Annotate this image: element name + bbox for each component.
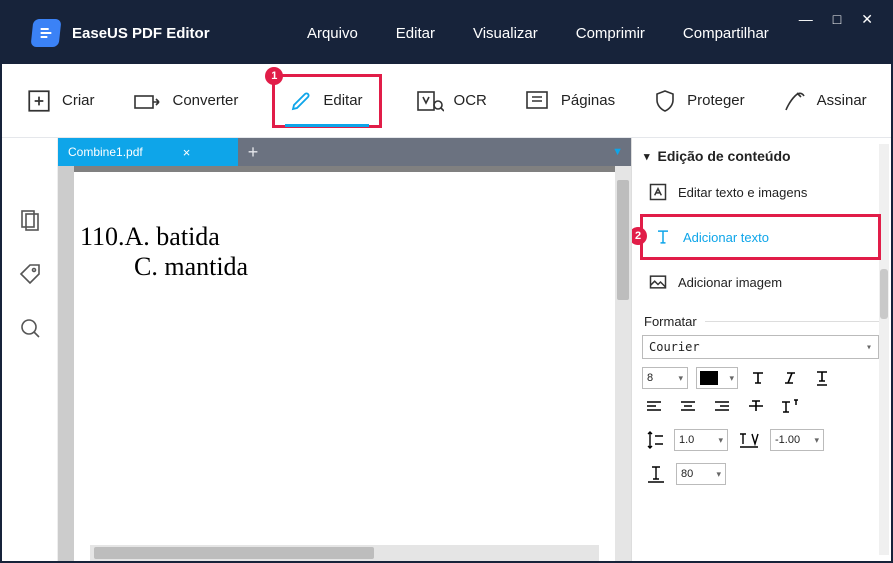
indent-value: 80	[681, 468, 693, 480]
tool-converter-label: Converter	[173, 92, 239, 109]
tab-dropdown-icon[interactable]: ▼	[604, 138, 631, 166]
app-title: EaseUS PDF Editor	[72, 25, 210, 42]
line-height-value: 1.0	[679, 434, 694, 446]
toolbar: Criar Converter 1 Editar OCR Páginas Pro…	[2, 64, 891, 138]
font-size-value: 8	[647, 372, 653, 384]
tool-ocr[interactable]: OCR	[412, 83, 491, 119]
document-body: 110.A. batida C. mantida	[58, 166, 631, 561]
chevron-down-icon: ▾	[718, 435, 723, 446]
chevron-down-icon: ▾	[716, 469, 721, 480]
window-controls: ― □ ✕	[799, 11, 873, 28]
font-family-select[interactable]: Courier ▾	[642, 335, 879, 359]
italic-button[interactable]	[778, 367, 802, 389]
underline-button[interactable]	[810, 367, 834, 389]
text-edit-icon	[648, 182, 668, 202]
tag-icon[interactable]	[18, 262, 42, 286]
tool-assinar[interactable]: Assinar	[779, 83, 871, 119]
tool-paginas[interactable]: Páginas	[521, 83, 619, 119]
annotation-badge-1: 1	[265, 67, 283, 85]
edit-text-images-item[interactable]: Editar texto e imagens	[640, 174, 881, 210]
titlebar: EaseUS PDF Editor Arquivo Editar Visuali…	[2, 2, 891, 64]
search-icon[interactable]	[18, 316, 42, 340]
color-swatch	[700, 371, 718, 385]
tool-editar-label: Editar	[323, 92, 362, 109]
tab-strip: Combine1.pdf × + ▼	[58, 138, 631, 166]
char-spacing-value: -1.00	[775, 434, 800, 446]
panel-title: Edição de conteúdo	[658, 148, 791, 164]
right-panel: ▾ Edição de conteúdo Editar texto e imag…	[631, 138, 891, 561]
menu-compartilhar[interactable]: Compartilhar	[683, 25, 769, 42]
chevron-down-icon: ▾	[729, 373, 734, 384]
file-tab[interactable]: Combine1.pdf ×	[58, 138, 238, 166]
align-center-button[interactable]	[676, 395, 700, 417]
format-label: Formatar	[644, 314, 697, 329]
tool-proteger[interactable]: Proteger	[649, 83, 749, 119]
pages-panel-icon[interactable]	[18, 208, 42, 232]
indent-input[interactable]: 80 ▾	[676, 463, 726, 485]
align-right-button[interactable]	[710, 395, 734, 417]
app-logo-group: EaseUS PDF Editor	[32, 19, 210, 47]
doc-text-line-1: 110.A. batida	[80, 222, 615, 252]
add-tab-button[interactable]: +	[238, 138, 268, 166]
align-left-button[interactable]	[642, 395, 666, 417]
doc-text-line-2: C. mantida	[80, 252, 615, 282]
superscript-button[interactable]	[778, 395, 802, 417]
tab-close-icon[interactable]: ×	[183, 145, 191, 160]
workspace: Combine1.pdf × + ▼ 110.A. batida C. mant…	[2, 138, 891, 561]
font-size-select[interactable]: 8 ▾	[642, 367, 688, 389]
tool-proteger-label: Proteger	[687, 92, 745, 109]
minimize-icon[interactable]: ―	[799, 11, 813, 27]
menu-editar[interactable]: Editar	[396, 25, 435, 42]
pdf-page[interactable]: 110.A. batida C. mantida	[74, 172, 615, 561]
file-tab-name: Combine1.pdf	[68, 145, 143, 159]
indent-icon	[646, 465, 666, 483]
font-color-select[interactable]: ▾	[696, 367, 738, 389]
vertical-scrollbar[interactable]	[615, 166, 631, 561]
image-icon	[648, 272, 668, 292]
line-height-input[interactable]: 1.0 ▾	[674, 429, 728, 451]
tool-assinar-label: Assinar	[817, 92, 867, 109]
tool-criar-label: Criar	[62, 92, 95, 109]
add-text-label: Adicionar texto	[683, 230, 769, 245]
tool-converter[interactable]: Converter	[129, 83, 243, 119]
tool-paginas-label: Páginas	[561, 92, 615, 109]
bold-button[interactable]	[746, 367, 770, 389]
horizontal-scrollbar[interactable]	[90, 545, 599, 561]
line-height-icon	[646, 430, 664, 450]
add-image-label: Adicionar imagem	[678, 275, 782, 290]
font-family-value: Courier	[649, 340, 700, 354]
maximize-icon[interactable]: □	[833, 11, 841, 27]
panel-scrollbar[interactable]	[879, 144, 889, 555]
format-section-label: Formatar	[644, 314, 881, 329]
menu-visualizar[interactable]: Visualizar	[473, 25, 538, 42]
add-text-icon	[653, 227, 673, 247]
panel-header[interactable]: ▾ Edição de conteúdo	[644, 148, 881, 164]
tool-criar[interactable]: Criar	[22, 82, 99, 120]
add-text-highlight: 2 Adicionar texto	[640, 214, 881, 260]
app-logo-icon	[31, 19, 62, 47]
menu-comprimir[interactable]: Comprimir	[576, 25, 645, 42]
chevron-down-icon: ▾	[866, 342, 872, 353]
document-area: Combine1.pdf × + ▼ 110.A. batida C. mant…	[58, 138, 631, 561]
strikethrough-button[interactable]	[744, 395, 768, 417]
menubar: Arquivo Editar Visualizar Comprimir Comp…	[307, 25, 769, 42]
doc-gutter	[58, 166, 74, 561]
char-spacing-input[interactable]: -1.00 ▾	[770, 429, 824, 451]
close-icon[interactable]: ✕	[861, 11, 873, 28]
collapse-icon[interactable]: ▾	[644, 150, 650, 163]
left-sidebar	[2, 138, 58, 561]
tool-editar[interactable]: 1 Editar	[272, 74, 381, 128]
edit-text-images-label: Editar texto e imagens	[678, 185, 807, 200]
add-image-item[interactable]: Adicionar imagem	[640, 264, 881, 300]
add-text-item[interactable]: Adicionar texto	[645, 219, 876, 255]
char-spacing-icon	[738, 431, 760, 449]
menu-arquivo[interactable]: Arquivo	[307, 25, 358, 42]
chevron-down-icon: ▾	[678, 373, 683, 384]
tool-ocr-label: OCR	[454, 92, 487, 109]
chevron-down-icon: ▾	[814, 435, 819, 446]
